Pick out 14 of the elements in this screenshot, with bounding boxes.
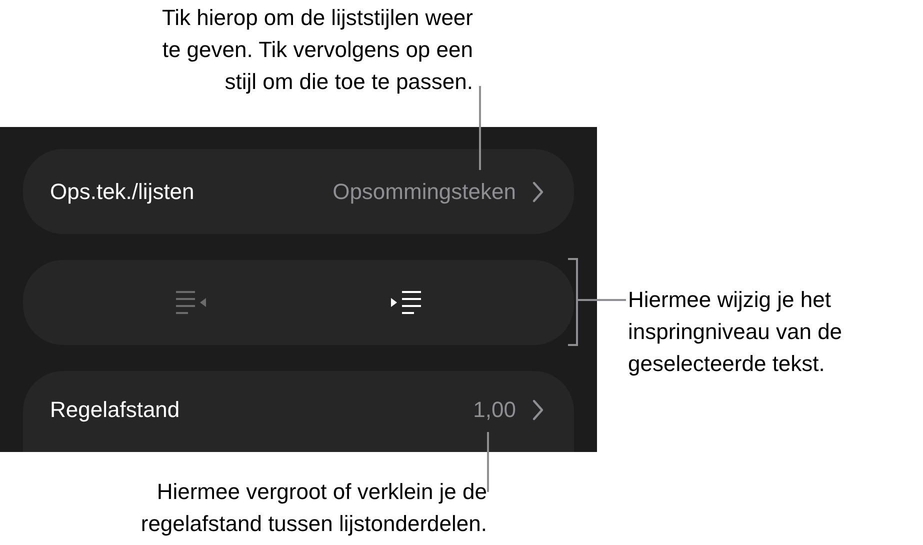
chevron-icon (532, 399, 544, 421)
list-style-row[interactable]: Ops.tek./lijsten Opsommingsteken (23, 149, 574, 234)
row-value: Opsommingsteken (332, 178, 516, 204)
callout-text: Hiermee vergroot of verklein je de regelafstand tussen lijstonderdelen. (140, 478, 487, 538)
indent-lines-icon (391, 291, 422, 314)
callout-text: Hiermee wijzig je het inspringniveau van de geselecteerde tekst. (628, 286, 842, 378)
outdent-lines-icon (176, 291, 206, 314)
line-spacing-row[interactable]: Regelafstand 1,00 (23, 371, 574, 452)
chevron-icon (532, 180, 544, 202)
callout-text: Tik hierop om de lijststijlen weer te geven. Tik vervolgens op een stijl om die toe te passen. (162, 4, 473, 96)
row-label: Regelafstand (50, 397, 180, 423)
row-value: 1,00 (473, 397, 516, 423)
leader-line (487, 432, 489, 492)
row-label: Ops.tek./lijsten (50, 178, 194, 204)
